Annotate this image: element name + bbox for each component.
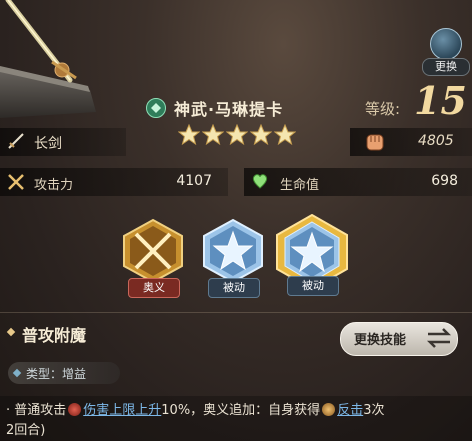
bullet-icon (6, 327, 16, 337)
counter-link[interactable]: 反击 (337, 403, 363, 418)
crossed-swords-icon (123, 218, 183, 284)
hp-value: 698 (431, 173, 458, 189)
star-icon (178, 124, 200, 146)
heart-icon (252, 174, 268, 189)
weapon-type: 长剑 (34, 136, 62, 152)
level-label: 等级: (365, 100, 401, 118)
damage-icon (68, 403, 82, 416)
attack-value: 4107 (176, 173, 212, 189)
level-value: 15 (414, 78, 467, 123)
swap-icon (430, 28, 462, 60)
attack-label: 攻击力 (34, 178, 74, 193)
hero-name-row: 神武·马琳提卡 (146, 96, 283, 120)
change-skill-label: 更换技能 (354, 333, 407, 348)
crossed-swords-icon (8, 174, 24, 190)
sword-icon (8, 133, 24, 149)
desc-part1: · 普通攻击 (6, 403, 67, 418)
power-value: 4805 (418, 133, 454, 149)
star-icon (202, 124, 224, 146)
desc-part3: 3次 (363, 403, 385, 418)
weapon-artwork (0, 0, 96, 118)
star-icon (250, 124, 272, 146)
skill-tag: 被动 (208, 278, 260, 298)
skill-tag: 奥义 (128, 278, 180, 298)
skill-description: · 普通攻击 伤害上限上升10%，奥义追加：自身获得 反击3次 2回合) (6, 401, 468, 441)
faction-icon (146, 98, 166, 118)
skill-tag: 被动 (287, 276, 339, 296)
skill-ultimate[interactable]: 奥义 (120, 218, 186, 298)
hp-label: 生命值 (280, 178, 320, 193)
skill-name: 普攻附魔 (22, 326, 87, 345)
divider (0, 312, 472, 313)
change-skill-button[interactable]: 更换技能 (340, 320, 460, 356)
swap-arrows-icon (426, 328, 452, 348)
desc-part2: 10%，奥义追加：自身获得 (161, 403, 321, 418)
skill-type-text: 类型：增益 (26, 367, 87, 381)
star-rating (178, 124, 296, 146)
fist-icon (366, 134, 384, 151)
change-character-label: 更换 (422, 58, 470, 76)
change-character-button[interactable]: 更换 (422, 28, 470, 76)
star-icon (274, 124, 296, 146)
skill-passive-1[interactable]: 被动 (200, 218, 266, 298)
star-icon (226, 124, 248, 146)
hero-name: 神武·马琳提卡 (174, 100, 284, 119)
damage-cap-link[interactable]: 伤害上限上升 (83, 403, 161, 418)
counter-icon (322, 403, 336, 416)
desc-line2: 2回合) (6, 423, 46, 438)
skill-passive-2-selected[interactable]: 被动 (274, 213, 350, 302)
star-crystal-icon (203, 218, 263, 284)
